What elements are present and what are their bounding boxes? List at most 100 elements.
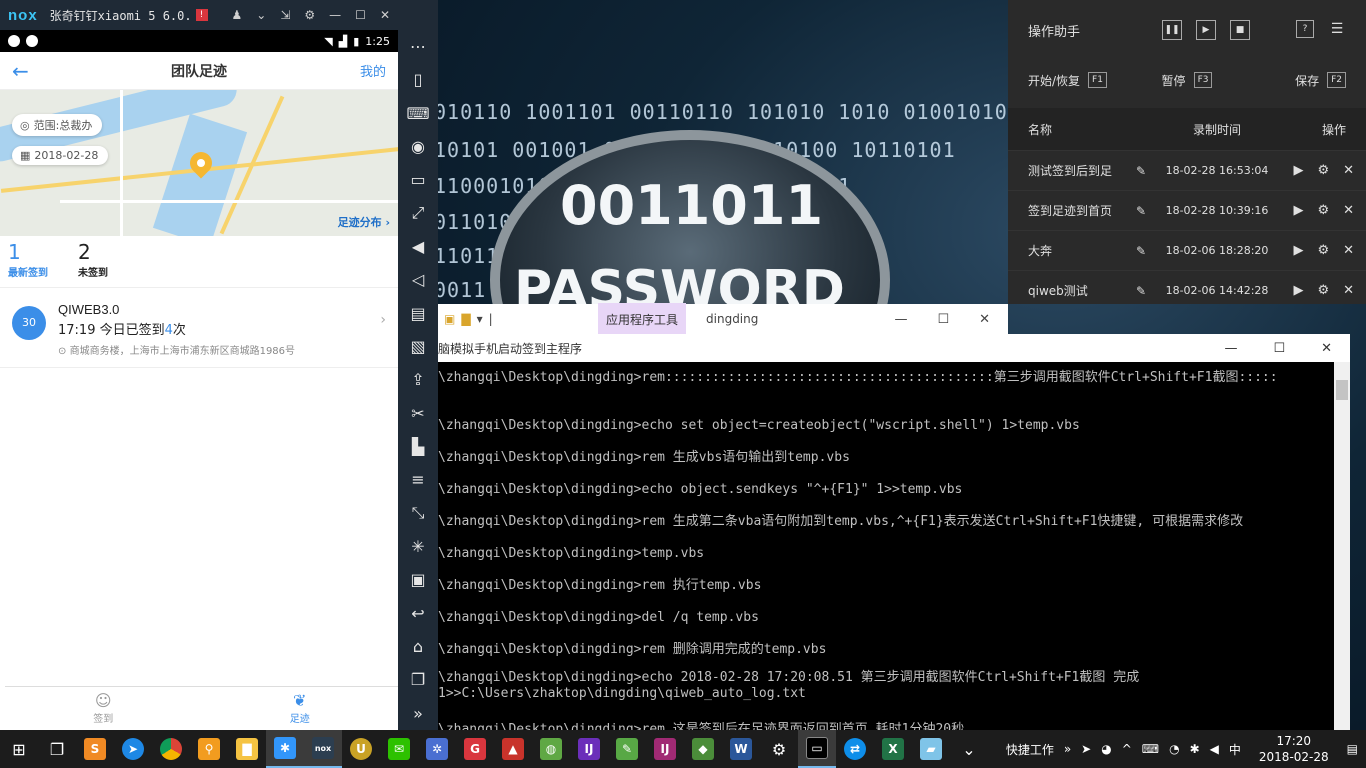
pause-button[interactable]: 暂停 F3 [1137,72,1238,89]
taskbar-app-search[interactable]: ⚲ [190,730,228,768]
keyboard-icon[interactable]: ⌨ [1142,742,1159,756]
quick-access-icon[interactable]: ▣ [444,312,455,326]
table-row[interactable]: qiweb测试 ✎ 18-02-06 14:42:28 ▶ ⚙ ✕ [1008,270,1366,310]
mine-link[interactable]: 我的 [346,61,386,80]
taskbar-app-db[interactable]: ◍ [532,730,570,768]
gear-icon[interactable]: ⚙ [1317,163,1329,178]
shake-icon[interactable]: ▯ [398,63,438,96]
close-icon[interactable]: ✕ [380,8,390,22]
play-icon[interactable]: ▶ [1293,283,1303,298]
clock[interactable]: 17:20 2018-02-28 [1251,733,1337,765]
chevron-double-right-icon[interactable]: » [1064,742,1071,756]
taskbar-app-cmd[interactable]: ▭ [798,730,836,768]
gear-icon[interactable]: ⚙ [1317,283,1329,298]
windows-start-button[interactable]: ⊞ [0,730,38,768]
task-view-button[interactable]: ❐ [38,730,76,768]
maximize-icon[interactable]: ☐ [1273,341,1285,356]
table-row[interactable]: 测试签到后到足 ✎ 18-02-28 16:53:04 ▶ ⚙ ✕ [1008,150,1366,190]
minimize-icon[interactable]: — [1224,341,1237,356]
taskbar-app-tortoise[interactable]: ◆ [684,730,722,768]
dingtalk-icon[interactable]: ✱ [1190,742,1200,756]
tshirt-icon[interactable]: ♟ [232,8,243,22]
taskbar-overflow[interactable]: ⌄ [950,730,988,768]
taskbar-app-settings[interactable]: ⚙ [760,730,798,768]
taskbar-app-redis[interactable]: ▲ [494,730,532,768]
pause-icon[interactable]: ❚❚ [1162,20,1182,40]
gear-icon[interactable]: ⚙ [1317,203,1329,218]
minimize-icon[interactable]: — [329,8,341,22]
tab-footprint[interactable]: ❦ 足迹 [202,687,399,730]
volume-up-icon[interactable]: ◀ [398,230,438,263]
delete-icon[interactable]: ✕ [1343,283,1354,298]
nox-alert-badge[interactable]: ! [195,9,208,21]
chevron-down-icon[interactable]: ▾ [477,312,483,326]
multi-window-icon[interactable]: ▙ [398,430,438,463]
scope-filter[interactable]: ◎ 范围:总裁办 [12,114,103,136]
notification-center-icon[interactable]: ▤ [1347,742,1358,756]
taskbar-app-teamviewer[interactable]: ⇄ [836,730,874,768]
taskbar-app-excel[interactable]: X [874,730,912,768]
map-view[interactable]: ◎ 范围:总裁办 ▦ 2018-02-28 足迹分布 › [0,90,398,236]
screen-icon[interactable]: ▭ [398,163,438,196]
loading-icon[interactable]: ✳ [398,530,438,563]
scrollbar-thumb[interactable] [1336,380,1348,400]
minimize-icon[interactable]: — [894,312,907,327]
cmd-scrollbar[interactable] [1334,362,1350,730]
delete-icon[interactable]: ✕ [1343,163,1354,178]
taskbar-app-explorer[interactable]: ▇ [228,730,266,768]
apk-icon[interactable]: ⇪ [398,363,438,396]
start-resume-button[interactable]: 开始/恢复 F1 [1028,72,1129,89]
stat-signed[interactable]: 1 最新签到 [8,240,48,279]
folder-icon[interactable]: ▇ [461,312,470,326]
security-icon[interactable]: ◕ [1101,742,1111,756]
ime-indicator[interactable]: 中 [1229,741,1241,758]
help-icon[interactable]: ? [1296,20,1314,38]
list-item[interactable]: 30 QIWEB3.0 17:19 今日已签到4次 ⊙ 商城商务楼，上海市上海市… [0,288,398,368]
taskbar-app-dingtalk[interactable]: ✱ [266,730,304,768]
close-icon[interactable]: ✕ [979,312,990,327]
play-icon[interactable]: ▶ [1293,203,1303,218]
location-icon[interactable]: ◉ [398,130,438,163]
taskbar-app-git[interactable]: G [456,730,494,768]
tray-overflow-icon[interactable]: ^ [1122,742,1132,756]
table-row[interactable]: 大奔 ✎ 18-02-06 18:28:20 ▶ ⚙ ✕ [1008,230,1366,270]
cmd-output[interactable]: \zhangqi\Desktop\dingding>rem:::::::::::… [438,362,1334,730]
stat-unsigned[interactable]: 2 未签到 [78,240,108,279]
taskbar-app-feiq[interactable]: ➤ [114,730,152,768]
taskbar-app-idea[interactable]: IJ [570,730,608,768]
table-row[interactable]: 签到足迹到首页 ✎ 18-02-28 10:39:16 ▶ ⚙ ✕ [1008,190,1366,230]
volume-icon[interactable]: ◀ [1210,742,1219,756]
play-icon[interactable]: ▶ [1293,163,1303,178]
taskbar-app-idea2[interactable]: IJ [646,730,684,768]
footprint-distribution-link[interactable]: 足迹分布 › [338,214,390,230]
apk-install-icon[interactable]: ▤ [398,297,438,330]
play-icon[interactable]: ▶ [1196,20,1216,40]
taskbar-app-ue[interactable]: U [342,730,380,768]
back-arrow-icon[interactable]: ← [12,59,52,83]
recent-apps-icon[interactable]: ❐ [398,663,438,696]
gear-icon[interactable]: ⚙ [304,8,315,22]
gear-icon[interactable]: ⚙ [1317,243,1329,258]
volume-down-icon[interactable]: ◁ [398,263,438,296]
stop-icon[interactable]: ■ [1230,20,1250,40]
play-icon[interactable]: ▶ [1293,243,1303,258]
edit-icon[interactable]: ✎ [1128,244,1154,258]
tab-checkin[interactable]: ☺ 签到 [5,687,202,730]
save-button[interactable]: 保存 F2 [1245,72,1347,89]
taskbar-app-tool[interactable]: ✲ [418,730,456,768]
keyboard-icon[interactable]: ⌨ [398,97,438,130]
return-icon[interactable]: ↩ [398,597,438,630]
taskbar-app-word[interactable]: W [722,730,760,768]
bird-icon[interactable]: ➤ [1081,742,1091,756]
taskbar-app-stickies[interactable]: ▰ [912,730,950,768]
home-icon[interactable]: ⌂ [398,630,438,663]
date-filter[interactable]: ▦ 2018-02-28 [12,146,109,165]
chevron-down-icon[interactable]: ⌄ [256,8,266,22]
maximize-icon[interactable]: ☐ [355,8,366,22]
edit-icon[interactable]: ✎ [1128,204,1154,218]
delete-icon[interactable]: ✕ [1343,243,1354,258]
more-icon[interactable]: ⋯ [398,30,438,63]
scissors-icon[interactable]: ✂ [398,397,438,430]
quick-work-toolbar[interactable]: 快捷工作 [1006,741,1054,758]
fullscreen-icon[interactable]: ⤢ [398,197,438,230]
